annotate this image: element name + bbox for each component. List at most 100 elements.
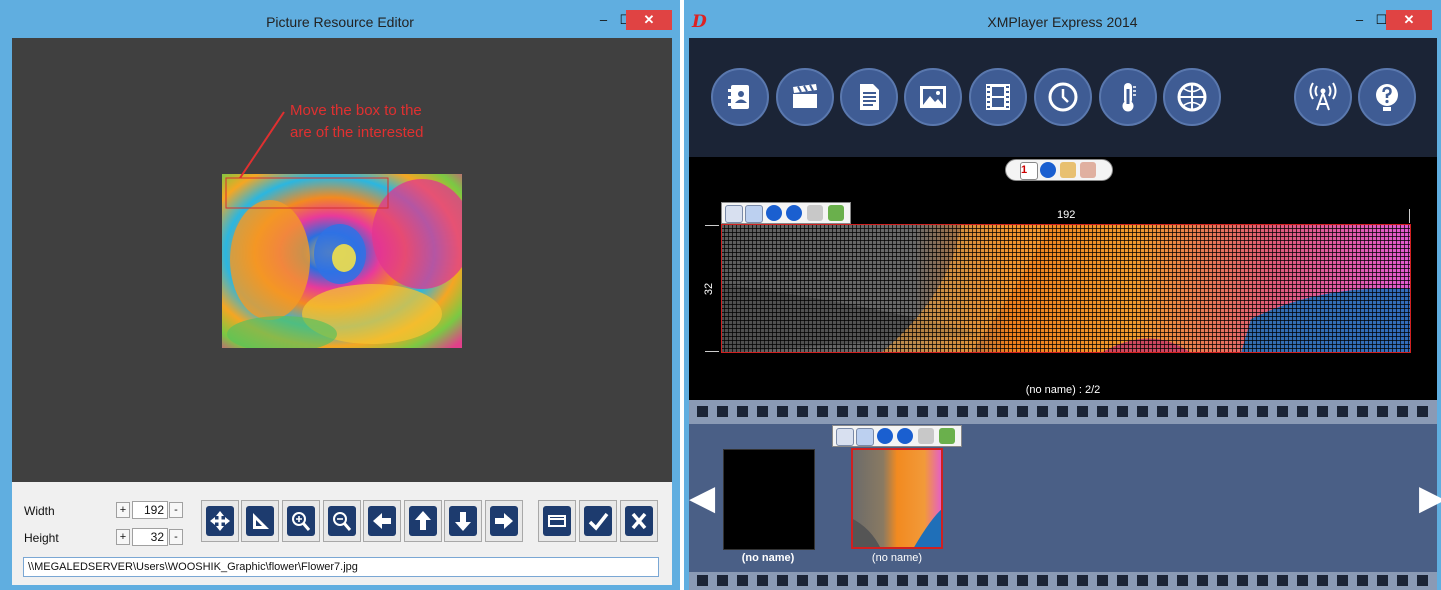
main-toolbar bbox=[689, 38, 1437, 157]
width-label: Width bbox=[24, 504, 55, 518]
film-hole bbox=[1357, 575, 1368, 586]
thumbnail-1[interactable] bbox=[723, 449, 815, 550]
film-hole bbox=[697, 575, 708, 586]
film-hole bbox=[1417, 406, 1428, 417]
globe-button[interactable] bbox=[1163, 68, 1221, 126]
clapper-icon bbox=[793, 84, 817, 108]
lock-icon[interactable] bbox=[918, 428, 934, 444]
filmstrip-bottom bbox=[689, 572, 1437, 590]
film-hole bbox=[1057, 575, 1068, 586]
film-hole bbox=[937, 575, 948, 586]
thumbnail-strip: ◀ ▶ (no name) (no name) bbox=[689, 424, 1441, 572]
zoom-tool-icon[interactable] bbox=[1060, 162, 1076, 178]
move-up-button[interactable] bbox=[404, 500, 442, 542]
zoom-in-button[interactable] bbox=[282, 500, 320, 542]
up-arrow-icon bbox=[409, 506, 437, 536]
zoom-out-tool-icon[interactable] bbox=[1080, 162, 1096, 178]
crop-button[interactable] bbox=[538, 500, 576, 542]
move-down-icon[interactable] bbox=[786, 205, 802, 221]
document-button[interactable] bbox=[840, 68, 898, 126]
film-hole bbox=[717, 575, 728, 586]
image-button[interactable] bbox=[904, 68, 962, 126]
film-hole bbox=[1177, 575, 1188, 586]
window-title: XMPlayer Express 2014 bbox=[987, 14, 1138, 30]
previous-arrow[interactable]: ◀ bbox=[689, 468, 715, 528]
film-hole bbox=[737, 575, 748, 586]
move-left-icon[interactable] bbox=[877, 428, 893, 444]
film-hole bbox=[1397, 406, 1408, 417]
close-button[interactable]: ✕ bbox=[1386, 10, 1432, 30]
film-hole bbox=[897, 575, 908, 586]
clapper-button[interactable] bbox=[776, 68, 834, 126]
crop-icon bbox=[543, 506, 571, 536]
zoom-out-icon bbox=[328, 506, 356, 536]
thermometer-icon bbox=[1122, 83, 1136, 112]
file-path-field[interactable]: \\MEGALEDSERVER\Users\WOOSHIK_Graphic\fl… bbox=[23, 557, 659, 577]
annotation-text: Move the box to the are of the intereste… bbox=[290, 100, 423, 144]
cancel-button[interactable] bbox=[620, 500, 658, 542]
film-hole bbox=[1337, 575, 1348, 586]
help-button[interactable] bbox=[1358, 68, 1416, 126]
annotation-line-2: are of the interested bbox=[290, 124, 424, 141]
move-right-icon[interactable] bbox=[897, 428, 913, 444]
clear-icon[interactable] bbox=[939, 428, 955, 444]
one-to-one-icon[interactable]: 1 bbox=[1020, 162, 1038, 180]
play-icon[interactable] bbox=[1040, 162, 1056, 178]
help-icon bbox=[1376, 84, 1398, 111]
move-up-icon[interactable] bbox=[766, 205, 782, 221]
edit-icon[interactable] bbox=[725, 205, 743, 223]
film-hole bbox=[1317, 575, 1328, 586]
film-hole bbox=[1417, 575, 1428, 586]
film-hole bbox=[1277, 575, 1288, 586]
move-button[interactable] bbox=[201, 500, 239, 542]
preview-view-toolbar: 1 bbox=[1005, 159, 1113, 181]
film-hole bbox=[737, 406, 748, 417]
zoom-out-button[interactable] bbox=[323, 500, 361, 542]
clear-icon[interactable] bbox=[828, 205, 844, 221]
film-button[interactable] bbox=[969, 68, 1027, 126]
left-arrow-icon bbox=[368, 506, 396, 536]
next-arrow[interactable]: ▶ bbox=[1419, 468, 1441, 528]
down-arrow-icon bbox=[449, 506, 477, 536]
thumbnail-2-label: (no name) bbox=[871, 552, 923, 564]
confirm-button[interactable] bbox=[579, 500, 617, 542]
film-hole bbox=[957, 406, 968, 417]
move-down-button[interactable] bbox=[444, 500, 482, 542]
film-hole bbox=[1157, 575, 1168, 586]
height-input[interactable]: 32 bbox=[132, 528, 168, 546]
clock-button[interactable] bbox=[1034, 68, 1092, 126]
thermometer-button[interactable] bbox=[1099, 68, 1157, 126]
annotation-arrow bbox=[239, 111, 285, 179]
film-hole bbox=[1297, 575, 1308, 586]
annotation-line-1: Move the box to the bbox=[290, 102, 422, 119]
contacts-button[interactable] bbox=[711, 68, 769, 126]
width-increase-button[interactable]: + bbox=[116, 502, 130, 518]
move-left-button[interactable] bbox=[363, 500, 401, 542]
fit-button[interactable] bbox=[241, 500, 279, 542]
film-hole bbox=[1177, 406, 1188, 417]
film-hole bbox=[1057, 406, 1068, 417]
width-decrease-button[interactable]: - bbox=[169, 502, 183, 518]
film-hole bbox=[977, 575, 988, 586]
edit-icon[interactable] bbox=[836, 428, 854, 446]
height-increase-button[interactable]: + bbox=[116, 529, 130, 545]
height-decrease-button[interactable]: - bbox=[169, 529, 183, 545]
image-canvas[interactable]: Move the box to the are of the intereste… bbox=[12, 38, 672, 482]
right-arrow-icon bbox=[490, 506, 518, 536]
film-hole bbox=[977, 406, 988, 417]
move-right-button[interactable] bbox=[485, 500, 523, 542]
lock-icon[interactable] bbox=[807, 205, 823, 221]
thumbnail-2[interactable] bbox=[851, 448, 943, 549]
film-hole bbox=[1037, 406, 1048, 417]
width-input[interactable]: 192 bbox=[132, 501, 168, 519]
close-button[interactable]: ✕ bbox=[626, 10, 672, 30]
copy-icon[interactable] bbox=[745, 205, 763, 223]
broadcast-button[interactable] bbox=[1294, 68, 1352, 126]
film-hole bbox=[697, 406, 708, 417]
height-marker-bottom bbox=[705, 351, 719, 352]
film-hole bbox=[1357, 406, 1368, 417]
copy-icon[interactable] bbox=[856, 428, 874, 446]
document-icon bbox=[860, 84, 879, 110]
film-hole bbox=[877, 575, 888, 586]
film-hole bbox=[1397, 575, 1408, 586]
